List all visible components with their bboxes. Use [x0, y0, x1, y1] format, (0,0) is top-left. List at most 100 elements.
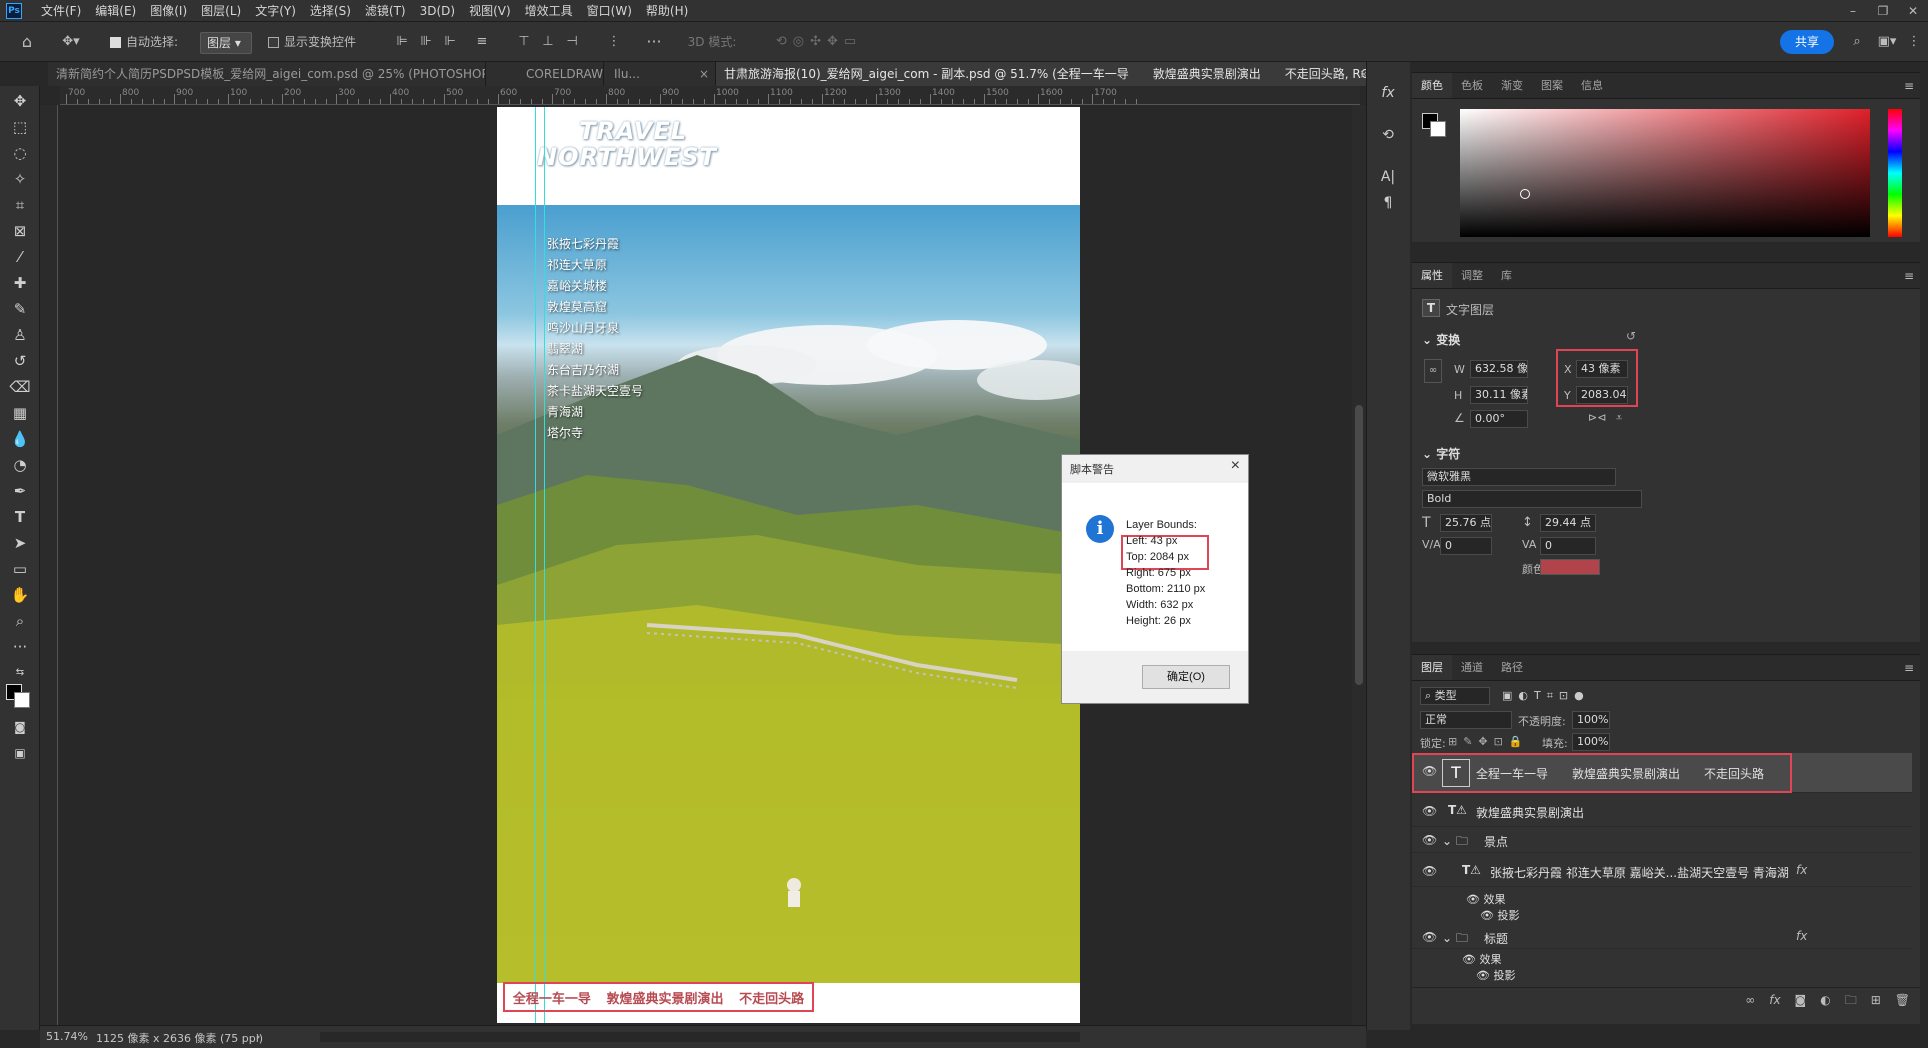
color-picker-cursor[interactable] — [1520, 189, 1530, 199]
auto-select-checkbox[interactable]: 自动选择: — [110, 31, 192, 53]
more-tools-icon[interactable]: ··· — [8, 636, 32, 658]
filter-icons[interactable]: ▣◐T⌗⊡● — [1502, 689, 1590, 703]
color-field[interactable] — [1460, 109, 1870, 237]
share-button[interactable]: 共享 — [1780, 30, 1834, 54]
link-icon[interactable]: ∞ — [1424, 359, 1442, 383]
healing-brush-icon[interactable]: ✚ — [8, 272, 32, 294]
close-icon[interactable]: × — [1231, 457, 1240, 475]
layer-row-spots-text[interactable]: 👁 T⚠ 张掖七彩丹霞 祁连大草原 嘉峪关...盐湖天空壹号 青海湖 塔尔寺 f… — [1412, 853, 1912, 887]
paragraph-icon[interactable]: ¶ — [1377, 192, 1399, 214]
align-left-icon[interactable]: ⊫ — [392, 31, 412, 53]
eye-icon[interactable]: 👁 — [1422, 804, 1437, 818]
transform-section[interactable]: ⌄ 变换 — [1422, 331, 1460, 348]
menu-item[interactable]: 文字(Y) — [248, 0, 303, 22]
canvas-vertical-scrollbar[interactable] — [1352, 105, 1366, 1025]
workspace-icon[interactable]: ▣▾ — [1874, 31, 1900, 53]
hand-tool-icon[interactable]: ✋ — [8, 584, 32, 606]
history-icon[interactable]: ⟲ — [1377, 124, 1399, 146]
blur-tool-icon[interactable]: 💧 — [8, 428, 32, 450]
eraser-icon[interactable]: ⌫ — [8, 376, 32, 398]
stamp-tool-icon[interactable]: ♙ — [8, 324, 32, 346]
brush-tool-icon[interactable]: ✎ — [8, 298, 32, 320]
more-options-icon[interactable]: ··· — [644, 31, 664, 53]
tab-ilu[interactable]: Ilu... × — [604, 62, 716, 86]
blend-mode-dropdown[interactable]: 正常 — [1420, 711, 1512, 729]
fx-icon[interactable]: fx — [1377, 82, 1399, 104]
leading-field[interactable]: 29.44 点 — [1540, 514, 1596, 532]
fill-field[interactable]: 100% — [1572, 733, 1610, 751]
angle-field[interactable]: 0.00° — [1470, 410, 1528, 428]
layer-row-slogan[interactable]: 👁 T 全程一车一导 敦煌盛典实景剧演出 不走回头路 — [1412, 753, 1912, 793]
tab-gansu-poster[interactable]: 甘肃旅游海报(10)_爱给网_aigei_com - 副本.psd @ 51.7… — [716, 62, 1376, 86]
panel-menu-icon[interactable]: ≡ — [1904, 79, 1914, 93]
search-icon[interactable]: ⌕ — [1846, 31, 1868, 53]
menu-item[interactable]: 窗口(W) — [580, 0, 639, 22]
reset-icon[interactable]: ↺ — [1626, 329, 1636, 343]
width-field[interactable]: 632.58 像! — [1470, 360, 1528, 378]
rectangle-tool-icon[interactable]: ▭ — [8, 558, 32, 580]
align-hcenter-icon[interactable]: ⊪ — [416, 31, 436, 53]
menu-item[interactable]: 3D(D) — [413, 0, 462, 22]
menu-item[interactable]: 图层(L) — [194, 0, 248, 22]
adjustment-icon[interactable]: ◐ — [1820, 988, 1830, 1011]
eye-icon[interactable]: 👁 — [1422, 864, 1437, 878]
layer-row-dunhuang[interactable]: 👁 T⚠ 敦煌盛典实景剧演出 — [1412, 795, 1912, 827]
flip-vertical-icon[interactable]: ⩡ — [1616, 411, 1622, 425]
minimize-button[interactable]: – — [1838, 0, 1868, 22]
show-transform-checkbox[interactable]: 显示变换控件 — [268, 31, 368, 53]
screen-mode-icon[interactable]: ▣ — [8, 742, 32, 764]
marquee-tool-icon[interactable]: ⬚ — [8, 116, 32, 138]
background-color-swatch[interactable] — [14, 692, 30, 708]
flip-horizontal-icon[interactable]: ⊳⊲ — [1588, 411, 1606, 424]
x-position-field[interactable]: 43 像素 — [1576, 360, 1628, 378]
close-button[interactable]: ✕ — [1898, 0, 1928, 22]
bottom-slogan-layer[interactable]: 全程一车一导 敦煌盛典实景剧演出 不走回头路 — [503, 982, 814, 1012]
panel-tab[interactable]: 色板 — [1452, 73, 1492, 98]
layer-group-spots[interactable]: 👁 ⌄ 🗀 景点 — [1412, 827, 1912, 853]
fx-icon[interactable]: fx — [1769, 988, 1780, 1011]
panel-tab[interactable]: 调整 — [1452, 263, 1492, 288]
eyedropper-icon[interactable]: ⁄ — [8, 246, 32, 268]
panel-tab[interactable]: 路径 — [1492, 655, 1532, 680]
menu-item[interactable]: 图像(I) — [143, 0, 194, 22]
opacity-field[interactable]: 100% — [1572, 711, 1610, 729]
panel-tab[interactable]: 图层 — [1412, 655, 1452, 680]
menu-item[interactable]: 增效工具 — [518, 0, 580, 22]
font-style-dropdown[interactable]: Bold — [1422, 490, 1642, 508]
panel-tab[interactable]: 图案 — [1532, 73, 1572, 98]
font-size-field[interactable]: 25.76 点 — [1440, 514, 1492, 532]
panel-tab[interactable]: 属性 — [1412, 263, 1452, 288]
magic-wand-icon[interactable]: ✧ — [8, 168, 32, 190]
panel-tab[interactable]: 库 — [1492, 263, 1521, 288]
kerning-field[interactable]: 0 — [1440, 537, 1492, 555]
ok-button[interactable]: 确定(O) — [1142, 665, 1230, 689]
type-tool-icon[interactable]: T — [8, 506, 32, 528]
align-vcenter-icon[interactable]: ⊥ — [538, 31, 558, 53]
align-right-icon[interactable]: ⊩ — [440, 31, 460, 53]
new-layer-icon[interactable]: ⊞ — [1871, 988, 1881, 1011]
tab-coreldraw[interactable]: CORELDRAW — [486, 62, 604, 86]
link-layers-icon[interactable]: ∞ — [1745, 988, 1755, 1011]
panel-menu-icon[interactable]: ≡ — [1904, 269, 1914, 283]
panel-tab[interactable]: 信息 — [1572, 73, 1612, 98]
distribute-h-icon[interactable]: ≡ — [472, 31, 492, 53]
path-select-icon[interactable]: ➤ — [8, 532, 32, 554]
home-icon[interactable]: ⌂ — [14, 31, 40, 53]
document-canvas[interactable]: TRAVEL NORTHWEST 张掖七彩丹霞 祁连大草原 嘉峪关城楼 敦煌莫高窟 鸣沙… — [497, 107, 1080, 1023]
align-top-icon[interactable]: ⊤ — [514, 31, 534, 53]
move-tool-preset-icon[interactable]: ✥▾ — [56, 31, 86, 53]
menu-item[interactable]: 编辑(E) — [88, 0, 143, 22]
character-section[interactable]: ⌄ 字符 — [1422, 445, 1460, 462]
history-brush-icon[interactable]: ↺ — [8, 350, 32, 372]
menu-item[interactable]: 滤镜(T) — [358, 0, 413, 22]
gradient-tool-icon[interactable]: ▦ — [8, 402, 32, 424]
mask-icon[interactable]: ◙ — [1795, 988, 1807, 1011]
menu-item[interactable]: 选择(S) — [303, 0, 358, 22]
menu-item[interactable]: 视图(V) — [462, 0, 518, 22]
menu-item[interactable]: 文件(F) — [34, 0, 88, 22]
text-color-swatch[interactable] — [1540, 559, 1600, 575]
layer-group-title[interactable]: 👁 ⌄ 🗀 标题 fx — [1412, 925, 1912, 949]
lock-icons[interactable]: ⊞✎✥⊡🔒 — [1448, 735, 1529, 748]
y-position-field[interactable]: 2083.04 像 — [1576, 386, 1628, 404]
tab-resume[interactable]: 清新简约个人简历PSDPSD模板_爱给网_aigei_com.psd @ 25%… — [48, 62, 486, 86]
